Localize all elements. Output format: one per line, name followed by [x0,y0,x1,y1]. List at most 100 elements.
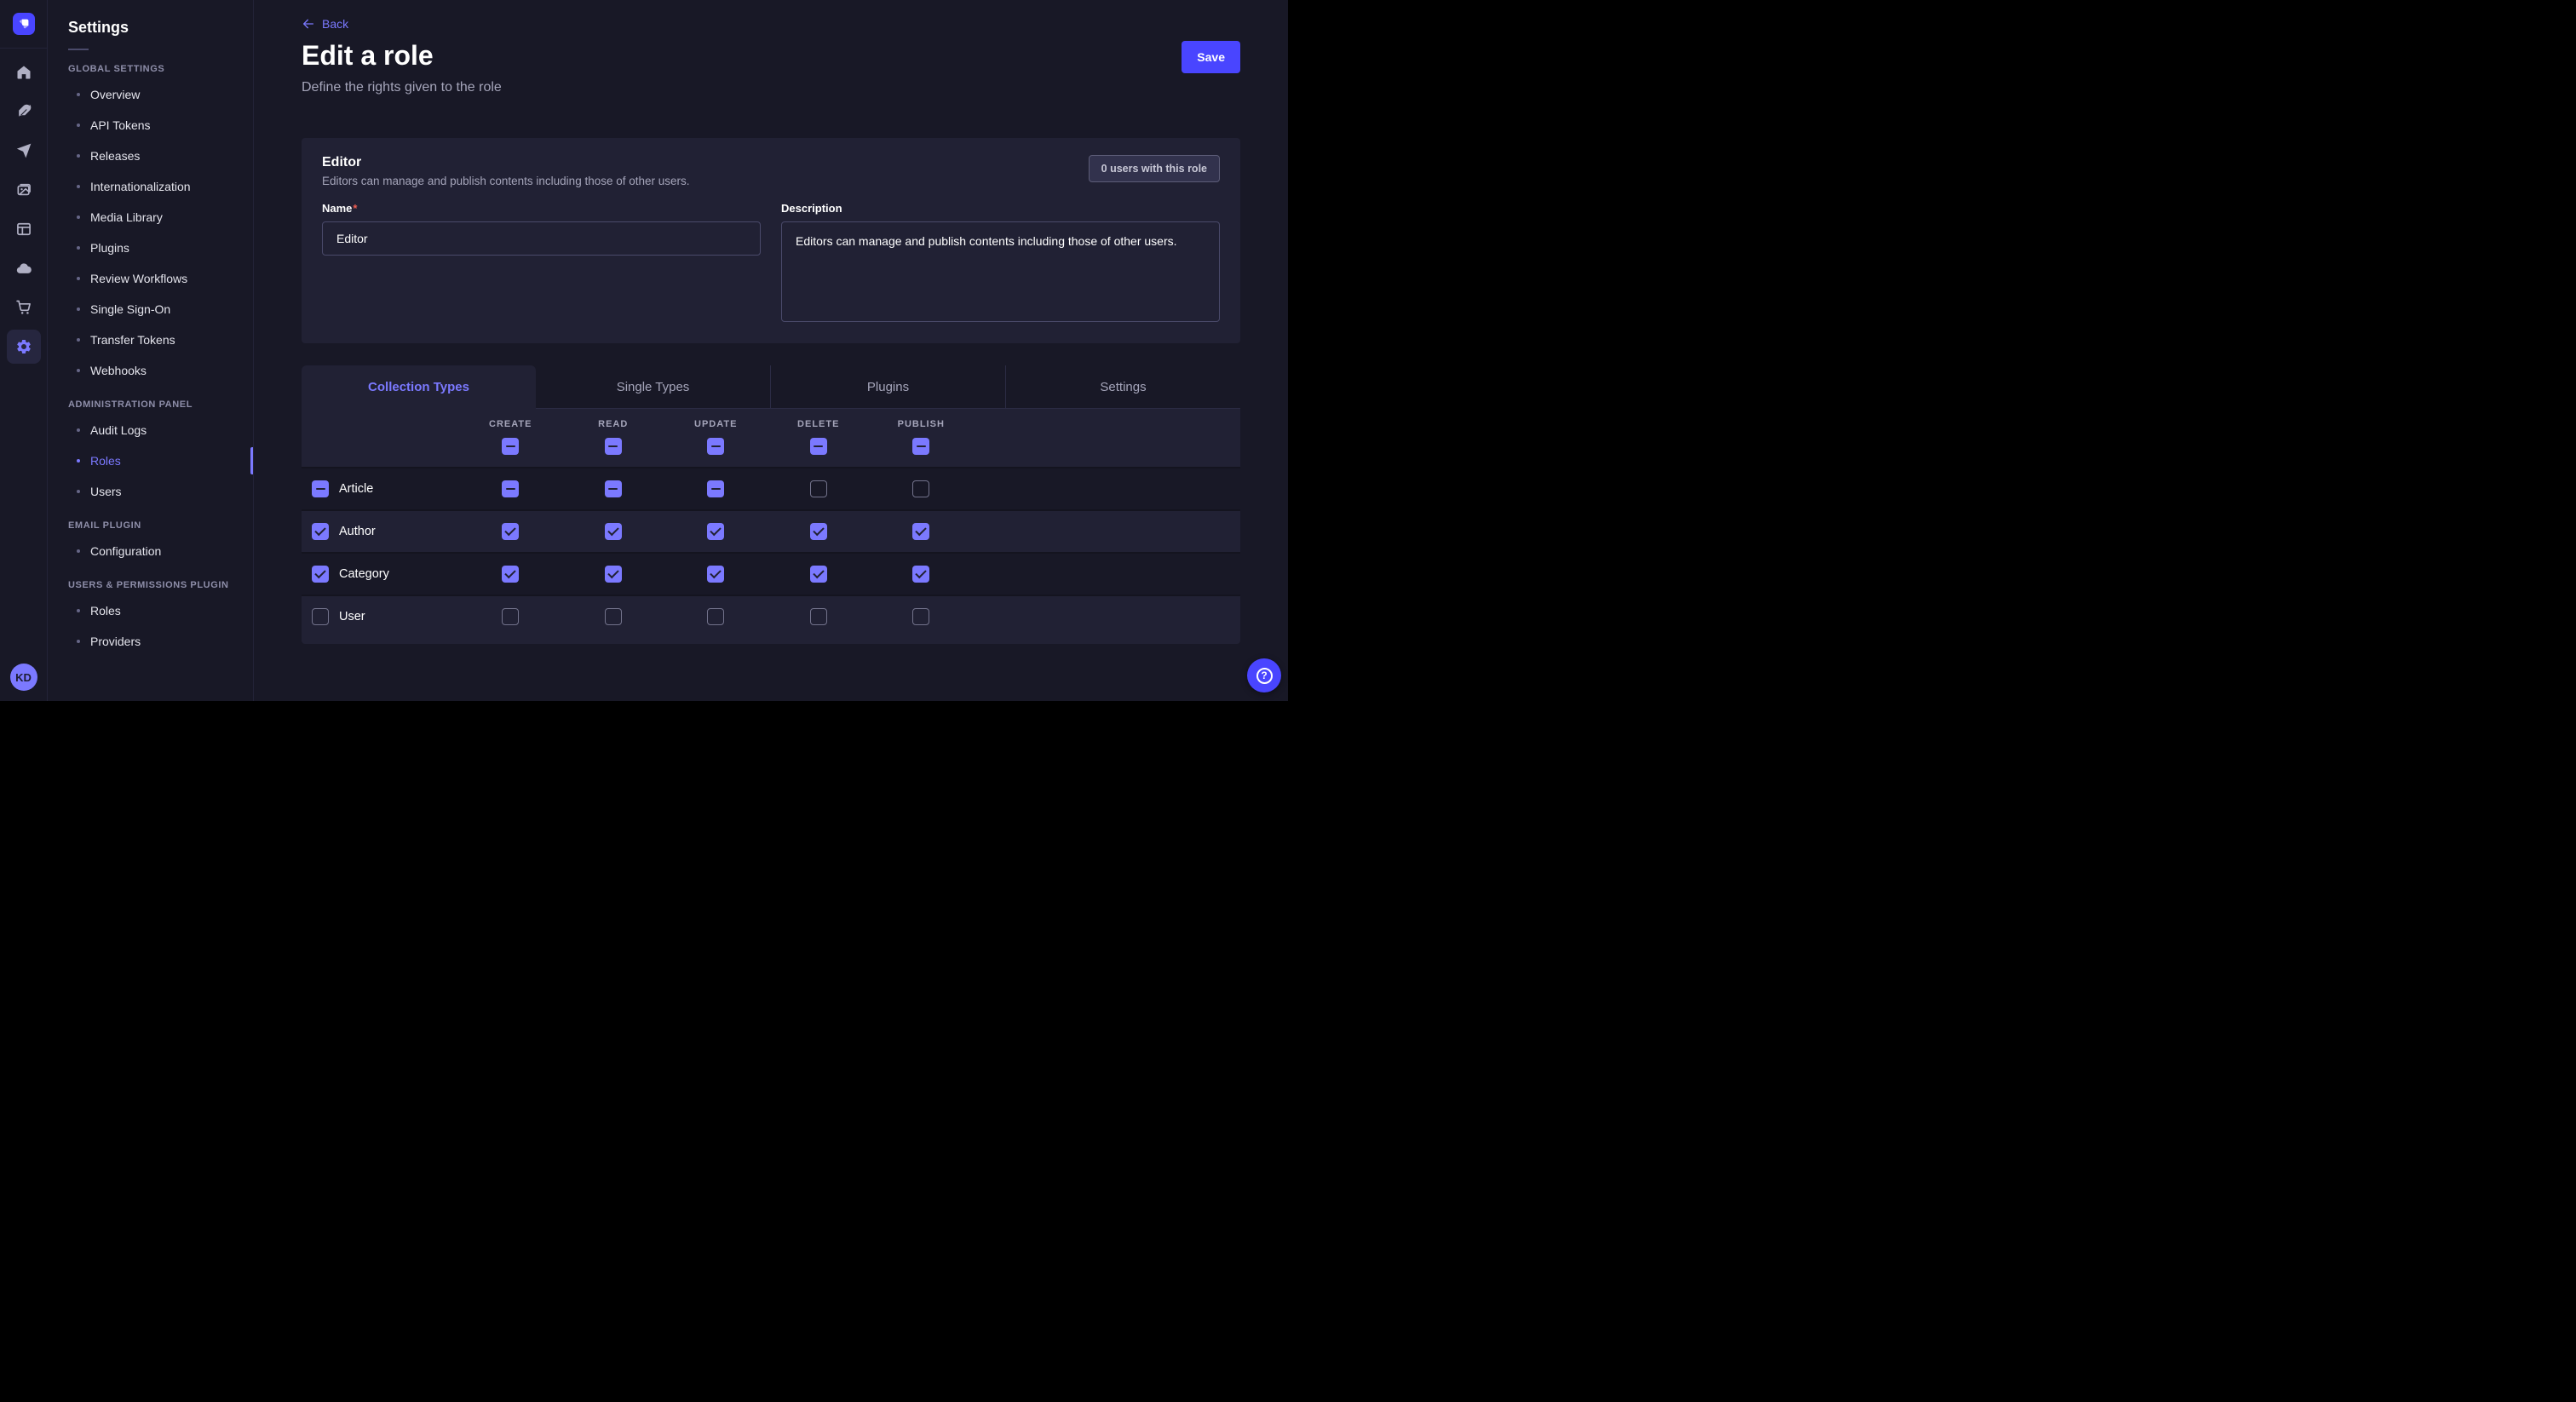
table-row-article: Article [302,467,1240,509]
role-card-heading: Editor Editors can manage and publish co… [322,155,690,187]
strapi-logo-icon[interactable] [13,13,35,35]
checkbox-article-create[interactable] [502,480,519,497]
sidebar-item-single-sign-on[interactable]: Single Sign-On [48,294,253,325]
bullet-icon [77,338,80,342]
rail-item-layout[interactable] [7,212,41,246]
sidebar-item-label: Webhooks [90,364,147,377]
sidebar-item-internationalization[interactable]: Internationalization [48,171,253,202]
cart-icon [15,299,32,316]
bullet-icon [77,459,80,463]
checkbox-user-update[interactable] [707,608,724,625]
content-type-name: User [339,610,365,623]
page-subtitle: Define the rights given to the role [302,80,1240,95]
checkbox-category-publish[interactable] [912,566,929,583]
feather-icon [15,103,32,120]
subnav-section-label: EMAIL PLUGIN [68,520,233,531]
bullet-icon [77,640,80,643]
content-type-name: Category [339,567,389,581]
sidebar-item-releases[interactable]: Releases [48,141,253,171]
checkbox-category-read[interactable] [605,566,622,583]
bullet-icon [77,93,80,96]
sidebar-item-configuration[interactable]: Configuration [48,536,253,566]
column-header-delete: DELETE [797,419,839,429]
users-with-role-badge[interactable]: 0 users with this role [1089,155,1220,182]
row-checkbox-user[interactable] [312,608,329,625]
rail-item-settings-gear[interactable] [7,330,41,364]
bullet-icon [77,154,80,158]
column-header-create: CREATE [489,419,532,429]
sidebar-item-roles[interactable]: Roles [48,595,253,626]
checkbox-article-read[interactable] [605,480,622,497]
role-fields: Name* Description Editors can manage and… [322,201,1220,326]
role-description-text: Editors can manage and publish contents … [322,175,690,187]
sidebar-item-review-workflows[interactable]: Review Workflows [48,263,253,294]
subnav-title: Settings [68,19,253,37]
save-button[interactable]: Save [1182,41,1240,73]
logo-area [0,0,47,49]
row-checkbox-article[interactable] [312,480,329,497]
help-button[interactable]: ? [1247,658,1281,692]
cloud-icon [15,260,32,277]
subnav-divider [68,49,89,50]
select-all-update[interactable] [707,438,724,455]
tab-collection-types[interactable]: Collection Types [302,365,536,409]
select-all-delete[interactable] [810,438,827,455]
sidebar-item-plugins[interactable]: Plugins [48,233,253,263]
checkbox-author-publish[interactable] [912,523,929,540]
checkbox-category-delete[interactable] [810,566,827,583]
sidebar-item-transfer-tokens[interactable]: Transfer Tokens [48,325,253,355]
sidebar-item-overview[interactable]: Overview [48,79,253,110]
checkbox-article-delete[interactable] [810,480,827,497]
rail-item-feather[interactable] [7,95,41,129]
sidebar-item-label: Single Sign-On [90,302,170,316]
checkbox-author-update[interactable] [707,523,724,540]
avatar[interactable]: KD [10,664,37,691]
bullet-icon [77,490,80,493]
checkbox-user-publish[interactable] [912,608,929,625]
select-all-read[interactable] [605,438,622,455]
checkbox-user-delete[interactable] [810,608,827,625]
sidebar-item-media-library[interactable]: Media Library [48,202,253,233]
content-type-name: Author [339,525,376,538]
rail-item-media-library[interactable] [7,173,41,207]
sidebar-item-label: Media Library [90,210,163,224]
sidebar-item-label: Releases [90,149,140,163]
back-link[interactable]: Back [302,17,348,31]
sidebar-item-providers[interactable]: Providers [48,626,253,657]
checkbox-article-publish[interactable] [912,480,929,497]
sidebar-item-roles[interactable]: Roles [48,445,253,476]
sidebar-item-users[interactable]: Users [48,476,253,507]
checkbox-category-update[interactable] [707,566,724,583]
checkbox-user-create[interactable] [502,608,519,625]
checkbox-article-update[interactable] [707,480,724,497]
checkbox-user-read[interactable] [605,608,622,625]
sidebar-item-label: API Tokens [90,118,151,132]
rail-item-paper-plane[interactable] [7,134,41,168]
tab-plugins[interactable]: Plugins [770,365,1005,409]
sidebar-item-webhooks[interactable]: Webhooks [48,355,253,386]
sidebar-item-api-tokens[interactable]: API Tokens [48,110,253,141]
rail-item-cloud[interactable] [7,251,41,285]
tab-single-types[interactable]: Single Types [536,365,770,409]
role-card-header: Editor Editors can manage and publish co… [322,155,1220,187]
sidebar-item-audit-logs[interactable]: Audit Logs [48,415,253,445]
row-checkbox-category[interactable] [312,566,329,583]
tab-settings[interactable]: Settings [1005,365,1240,409]
name-input[interactable] [322,221,761,256]
checkbox-author-create[interactable] [502,523,519,540]
checkbox-author-read[interactable] [605,523,622,540]
sidebar-item-label: Transfer Tokens [90,333,175,347]
description-input[interactable]: Editors can manage and publish contents … [781,221,1220,322]
checkbox-category-create[interactable] [502,566,519,583]
bullet-icon [77,307,80,311]
select-all-create[interactable] [502,438,519,455]
rail-item-cart[interactable] [7,290,41,325]
select-all-publish[interactable] [912,438,929,455]
rail-item-home[interactable] [7,55,41,89]
sidebar-item-label: Overview [90,88,140,101]
bullet-icon [77,277,80,280]
row-checkbox-author[interactable] [312,523,329,540]
subnav-section-label: ADMINISTRATION PANEL [68,399,233,410]
main-content: Back Edit a role Save Define the rights … [254,0,1288,701]
checkbox-author-delete[interactable] [810,523,827,540]
